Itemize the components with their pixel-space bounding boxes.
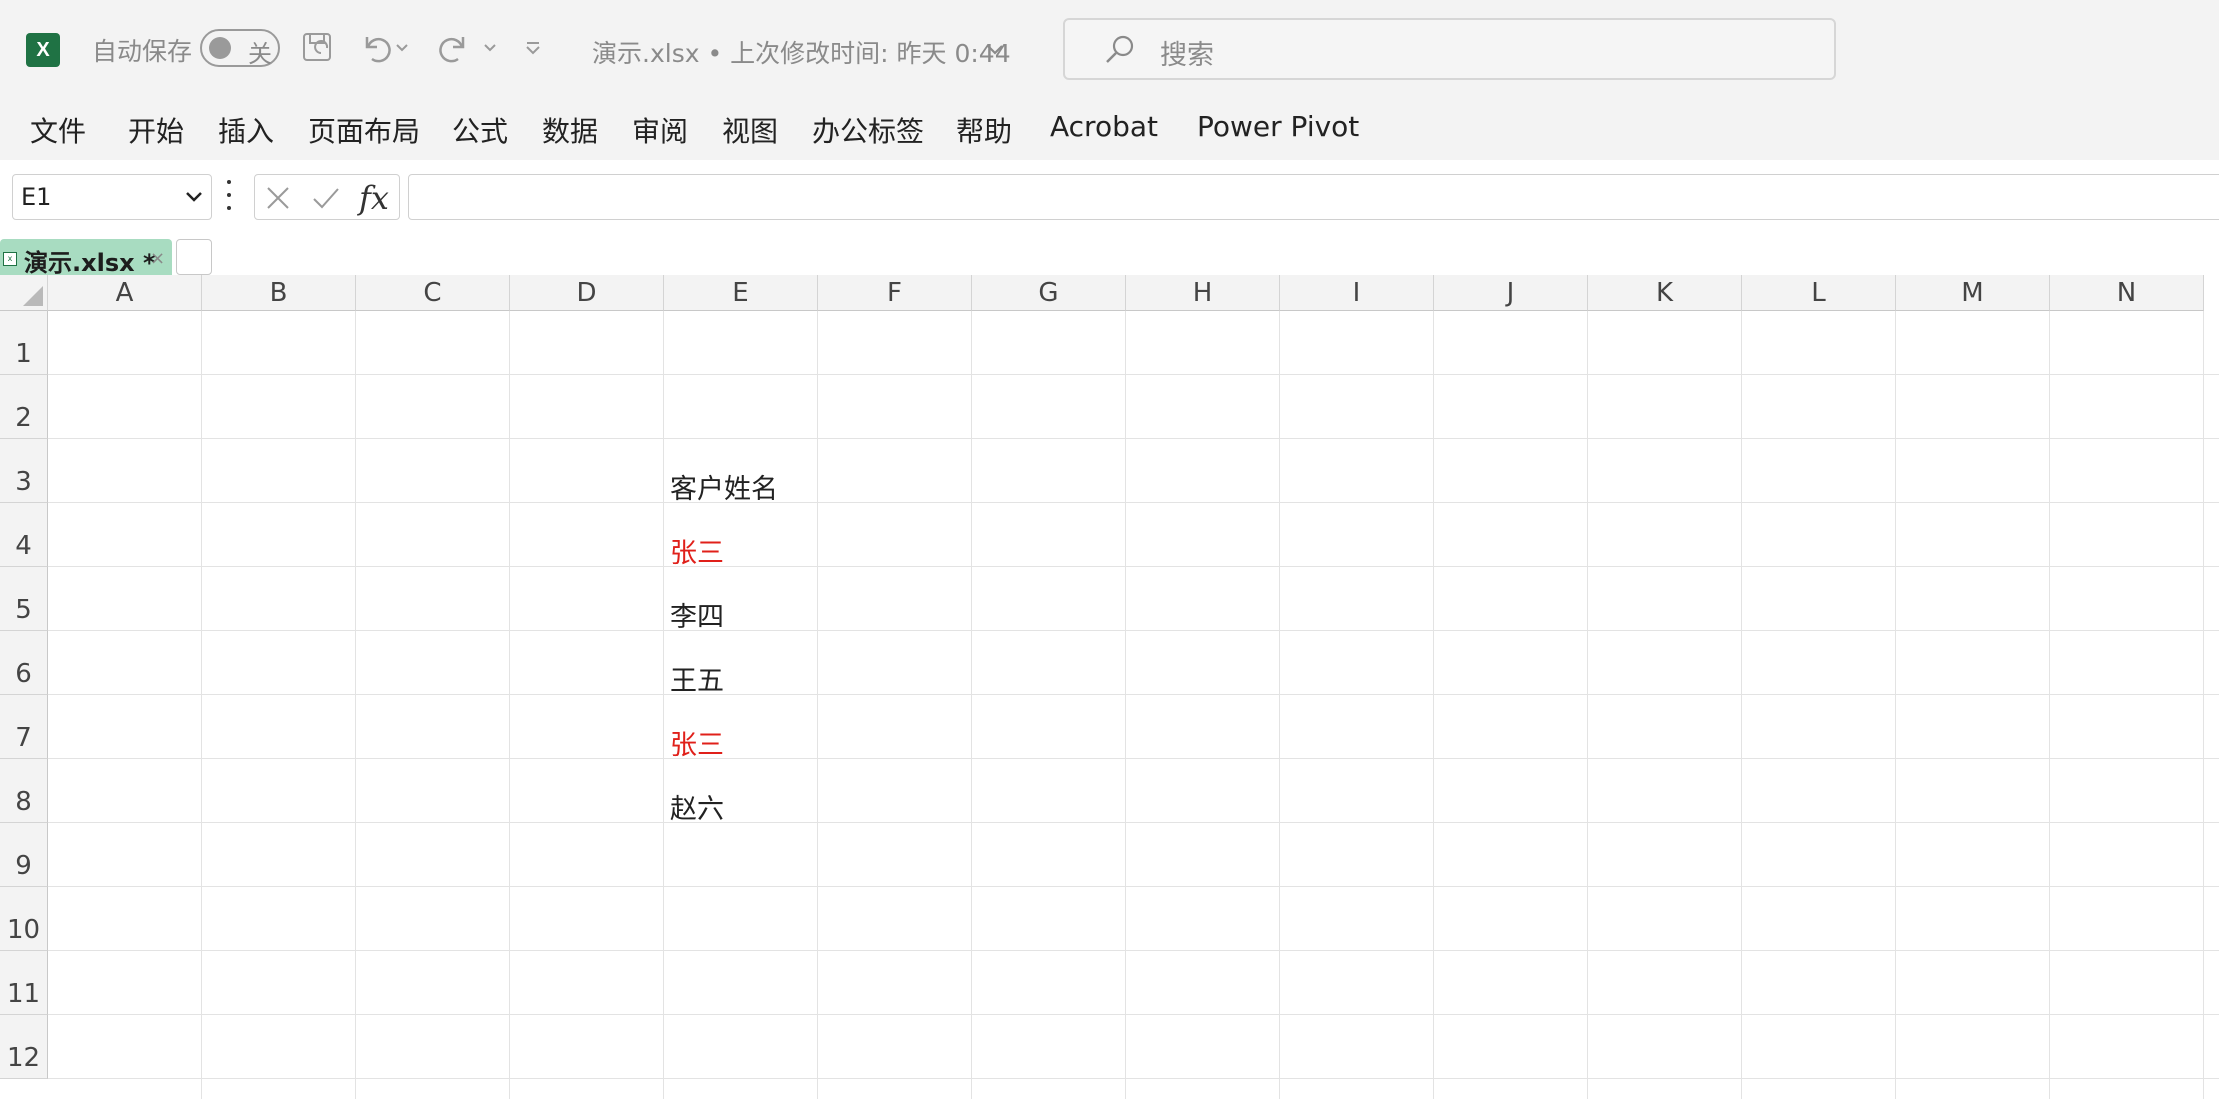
row-header-12[interactable]: 12 <box>0 1015 48 1079</box>
column-header-l[interactable]: L <box>1742 275 1896 311</box>
new-workbook-tab-button[interactable] <box>176 239 212 275</box>
cell-e6[interactable]: 王五 <box>670 659 724 698</box>
column-header-g[interactable]: G <box>972 275 1126 311</box>
row-header-8[interactable]: 8 <box>0 759 48 823</box>
row-header-3[interactable]: 3 <box>0 439 48 503</box>
confirm-icon[interactable] <box>309 181 343 215</box>
tab-acrobat[interactable]: Acrobat <box>1050 110 1158 143</box>
row-header-1[interactable]: 1 <box>0 311 48 375</box>
column-header-d[interactable]: D <box>510 275 664 311</box>
cancel-icon[interactable] <box>261 181 295 215</box>
column-header-m[interactable]: M <box>1896 275 2050 311</box>
row-header-9[interactable]: 9 <box>0 823 48 887</box>
more-options-icon[interactable] <box>226 180 232 210</box>
document-title[interactable]: 演示.xlsx • 上次修改时间: 昨天 0:44 <box>592 34 1011 70</box>
column-header-e[interactable]: E <box>664 275 818 311</box>
tab-view[interactable]: 视图 <box>722 110 778 150</box>
tab-review[interactable]: 审阅 <box>632 110 688 150</box>
name-box[interactable]: E1 <box>12 174 212 220</box>
autosave-label: 自动保存 <box>92 37 193 66</box>
column-header-h[interactable]: H <box>1126 275 1280 311</box>
row-header-2[interactable]: 2 <box>0 375 48 439</box>
insert-function-icon[interactable]: fx <box>359 179 389 217</box>
title-chevron-down-icon[interactable] <box>982 32 1008 68</box>
tab-data[interactable]: 数据 <box>542 110 598 150</box>
chevron-down-icon[interactable] <box>185 189 203 208</box>
row-header-4[interactable]: 4 <box>0 503 48 567</box>
select-all-corner[interactable] <box>0 275 48 311</box>
workbook-tab-label: 演示.xlsx * <box>24 249 156 277</box>
customize-toolbar-icon[interactable] <box>516 30 550 66</box>
formula-bar: E1 fx <box>0 160 2219 235</box>
column-header-c[interactable]: C <box>356 275 510 311</box>
row-header-10[interactable]: 10 <box>0 887 48 951</box>
ribbon-tabs: 文件 开始 插入 页面布局 公式 数据 审阅 视图 办公标签 帮助 Acroba… <box>0 98 2219 161</box>
search-box[interactable]: 搜索 <box>1063 18 1836 80</box>
tab-power-pivot[interactable]: Power Pivot <box>1197 110 1359 143</box>
toggle-knob <box>209 37 231 59</box>
excel-icon-letter: X <box>36 38 50 61</box>
undo-dropdown-icon[interactable] <box>394 30 410 66</box>
redo-dropdown-icon[interactable] <box>482 30 498 66</box>
save-icon[interactable] <box>300 30 336 66</box>
autosave-state: 关 <box>248 40 272 68</box>
tab-formulas[interactable]: 公式 <box>452 110 508 150</box>
undo-icon[interactable] <box>358 30 394 66</box>
row-header-6[interactable]: 6 <box>0 631 48 695</box>
tab-page-layout[interactable]: 页面布局 <box>308 110 420 150</box>
column-header-n[interactable]: N <box>2050 275 2204 311</box>
cell-e7[interactable]: 张三 <box>670 723 724 762</box>
column-header-f[interactable]: F <box>818 275 972 311</box>
workbook-tabs: x 演示.xlsx * × <box>0 235 2219 277</box>
cell-e5[interactable]: 李四 <box>670 595 724 634</box>
search-icon <box>1103 33 1137 71</box>
tab-file[interactable]: 文件 <box>30 110 86 150</box>
tab-help[interactable]: 帮助 <box>956 110 1012 150</box>
column-header-i[interactable]: I <box>1280 275 1434 311</box>
formula-actions: fx <box>254 174 400 220</box>
row-header-5[interactable]: 5 <box>0 567 48 631</box>
column-header-b[interactable]: B <box>202 275 356 311</box>
tab-home[interactable]: 开始 <box>128 110 184 150</box>
excel-app-icon[interactable]: X <box>26 33 66 67</box>
tab-insert[interactable]: 插入 <box>218 110 274 150</box>
cell-e8[interactable]: 赵六 <box>670 787 724 826</box>
name-box-value: E1 <box>21 183 52 211</box>
row-header-11[interactable]: 11 <box>0 951 48 1015</box>
row-header-7[interactable]: 7 <box>0 695 48 759</box>
column-header-k[interactable]: K <box>1588 275 1742 311</box>
spreadsheet-grid: A B C D E F G H I J K L M N 1 2 3 4 5 6 … <box>0 275 2219 1099</box>
search-placeholder: 搜索 <box>1160 40 1214 71</box>
tab-office-tabs[interactable]: 办公标签 <box>812 110 924 150</box>
cell-e3[interactable]: 客户姓名 <box>670 467 778 506</box>
close-icon[interactable]: × <box>150 248 165 269</box>
cell-e4[interactable]: 张三 <box>670 531 724 570</box>
title-bar: X 自动保存 关 演示.xlsx • 上次修改时间: 昨天 0:44 搜索 <box>0 0 2219 98</box>
column-header-j[interactable]: J <box>1434 275 1588 311</box>
autosave-toggle[interactable]: 关 <box>200 29 280 68</box>
formula-input[interactable] <box>408 174 2219 220</box>
cell-area[interactable] <box>48 311 2219 1099</box>
redo-icon[interactable] <box>436 30 472 66</box>
workbook-tab-active[interactable]: x 演示.xlsx * × <box>0 239 172 277</box>
excel-file-icon: x <box>3 252 17 266</box>
column-header-a[interactable]: A <box>48 275 202 311</box>
